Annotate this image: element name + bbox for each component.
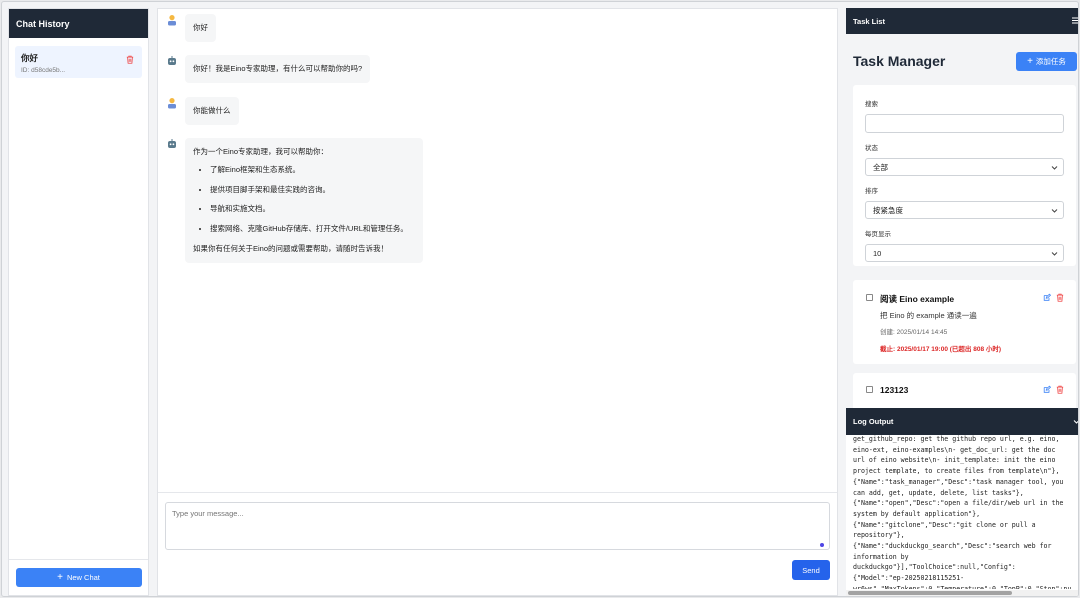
log-output-panel: Log Output get_github_repo: get the gith… bbox=[846, 408, 1078, 596]
edit-icon[interactable] bbox=[1043, 385, 1051, 394]
message-intro: 作为一个Eino专家助理，我可以帮助你： bbox=[193, 147, 329, 156]
bot-avatar-icon bbox=[166, 55, 178, 67]
delete-icon[interactable] bbox=[1056, 385, 1064, 394]
add-task-button[interactable]: + 添加任务 bbox=[1016, 52, 1077, 71]
log-line: can add, get, update, delete, list tasks… bbox=[853, 488, 1024, 497]
message-bubble: 你能做什么 bbox=[185, 97, 239, 125]
task-created: 创建: 2025/01/14 14:45 bbox=[880, 329, 948, 336]
search-label: 搜索 bbox=[865, 101, 878, 108]
menu-icon[interactable] bbox=[1072, 17, 1078, 24]
task-checkbox[interactable] bbox=[866, 294, 873, 301]
log-line: information by bbox=[853, 552, 909, 561]
log-line: url of eino website\n- init_template: in… bbox=[853, 456, 1056, 465]
new-chat-label: New Chat bbox=[66, 573, 100, 582]
plus-icon: + bbox=[57, 572, 63, 583]
log-line: system by default application"}, bbox=[853, 509, 981, 518]
app-window: Chat History 你好 ID: d58cde5b... + New Ch… bbox=[1, 1, 1079, 597]
delete-icon[interactable] bbox=[1056, 293, 1064, 302]
task-checkbox[interactable] bbox=[866, 386, 873, 393]
page-title: Task Manager bbox=[853, 53, 946, 69]
message-input[interactable] bbox=[165, 502, 830, 550]
task-title: 123123 bbox=[880, 385, 909, 395]
chat-history-sidebar: Chat History 你好 ID: d58cde5b... + New Ch… bbox=[8, 8, 149, 596]
delete-chat-icon[interactable] bbox=[126, 55, 134, 64]
log-line: project template, to create files from t… bbox=[853, 467, 1060, 476]
chat-id: ID: d58cde5b... bbox=[21, 67, 66, 74]
list-item: 了解Eino框架和生态系统。 bbox=[210, 165, 415, 175]
log-line: repository"}, bbox=[853, 531, 905, 540]
chat-input-area: Send bbox=[158, 492, 837, 595]
chat-history-header: Chat History bbox=[9, 9, 148, 38]
chevron-down-icon bbox=[1051, 207, 1058, 214]
log-line: {"Name":"duckduckgo_search","Desc":"sear… bbox=[853, 542, 1052, 551]
log-output-title: Log Output bbox=[853, 417, 894, 426]
filter-card: 搜索 状态 全部 排序 按紧急度 每页显示 10 bbox=[853, 85, 1076, 266]
message-bubble: 你好 bbox=[185, 14, 216, 42]
log-output-header[interactable]: Log Output bbox=[846, 408, 1078, 435]
send-button[interactable]: Send bbox=[792, 560, 830, 580]
task-card: 123123 bbox=[853, 373, 1076, 413]
per-page-label: 每页显示 bbox=[865, 231, 891, 238]
chevron-down-icon bbox=[1051, 164, 1058, 171]
list-item: 导航和实施文档。 bbox=[210, 204, 415, 214]
chevron-down-icon[interactable] bbox=[1073, 418, 1078, 425]
per-page-select[interactable]: 10 bbox=[865, 244, 1064, 262]
log-text: get_github_repo: get the github repo url… bbox=[853, 434, 1078, 589]
sort-select[interactable]: 按紧急度 bbox=[865, 201, 1064, 219]
task-title: 阅读 Eino example bbox=[880, 294, 955, 304]
task-description: 把 Eino 的 example 通读一遍 bbox=[880, 311, 977, 320]
add-task-label: 添加任务 bbox=[1035, 57, 1066, 66]
task-due: 截止: 2025/01/17 19:00 (已超出 808 小时) bbox=[880, 346, 1002, 353]
chat-panel: 你好 你好！我是Eino专家助理，有什么可以帮助你的吗? 你能做什么 作为一个E… bbox=[157, 8, 838, 596]
new-chat-button[interactable]: + New Chat bbox=[15, 568, 142, 587]
user-avatar-icon bbox=[166, 97, 178, 109]
chat-history-item[interactable]: 你好 ID: d58cde5b... bbox=[15, 46, 142, 78]
status-select[interactable]: 全部 bbox=[865, 158, 1064, 176]
task-list-header: Task List bbox=[846, 8, 1078, 34]
message-list: 了解Eino框架和生态系统。 提供项目脚手架和最佳实践的咨询。 导航和实施文档。… bbox=[210, 165, 415, 234]
chevron-down-icon bbox=[1051, 250, 1058, 257]
status-value: 全部 bbox=[873, 162, 888, 172]
scrollbar-thumb[interactable] bbox=[848, 591, 1012, 595]
chat-message-user: 你能做什么 bbox=[166, 97, 239, 125]
sidebar-footer: + New Chat bbox=[9, 559, 148, 595]
resize-handle-icon[interactable] bbox=[820, 543, 824, 547]
message-bubble: 作为一个Eino专家助理，我可以帮助你： 了解Eino框架和生态系统。 提供项目… bbox=[185, 138, 423, 263]
chat-title: 你好 bbox=[21, 53, 39, 63]
chat-message-assistant: 作为一个Eino专家助理，我可以帮助你： 了解Eino框架和生态系统。 提供项目… bbox=[166, 138, 423, 263]
message-bubble: 你好！我是Eino专家助理，有什么可以帮助你的吗? bbox=[185, 55, 371, 83]
bot-avatar-icon bbox=[166, 138, 178, 150]
plus-icon: + bbox=[1027, 56, 1033, 67]
chat-message-assistant: 你好！我是Eino专家助理，有什么可以帮助你的吗? bbox=[166, 55, 371, 83]
task-card: 阅读 Eino example 把 Eino 的 example 通读一遍 创建… bbox=[853, 280, 1076, 364]
list-item: 搜索网络、克隆GitHub存储库、打开文件/URL和管理任务。 bbox=[210, 224, 415, 234]
edit-icon[interactable] bbox=[1043, 293, 1051, 302]
chat-message-user: 你好 bbox=[166, 14, 216, 42]
per-page-value: 10 bbox=[873, 248, 882, 258]
horizontal-scrollbar[interactable] bbox=[846, 590, 1078, 596]
search-input[interactable] bbox=[865, 114, 1064, 133]
task-list-title: Task List bbox=[853, 16, 885, 26]
log-line: {"Name":"task_manager","Desc":"task mana… bbox=[853, 477, 1064, 486]
log-line: {"Name":"gitclone","Desc":"git clone or … bbox=[853, 520, 1036, 529]
log-line: wr6ws","MaxTokens":0,"Temperature":0,"To… bbox=[853, 584, 1072, 589]
sort-label: 排序 bbox=[865, 188, 878, 195]
user-avatar-icon bbox=[166, 14, 178, 26]
message-outro: 如果你有任何关于Eino的问题或需要帮助，请随时告诉我！ bbox=[193, 243, 389, 253]
list-item: 提供项目脚手架和最佳实践的咨询。 bbox=[210, 185, 415, 195]
log-line: {"Model":"ep-20250218115251- bbox=[853, 574, 965, 583]
log-line: {"Name":"open","Desc":"open a file/dir/w… bbox=[853, 499, 1064, 508]
sort-value: 按紧急度 bbox=[873, 205, 903, 215]
log-line: get_github_repo: get the github repo url… bbox=[853, 435, 1060, 443]
log-line: eino-ext, eino-examples\n- get_doc_url: … bbox=[853, 445, 1056, 454]
status-label: 状态 bbox=[865, 145, 878, 152]
task-panel: Task List Task Manager + 添加任务 搜索 状态 全部 排… bbox=[846, 8, 1078, 596]
log-line: duckduckgo"}],"ToolChoice":null,"Config"… bbox=[853, 563, 1016, 572]
